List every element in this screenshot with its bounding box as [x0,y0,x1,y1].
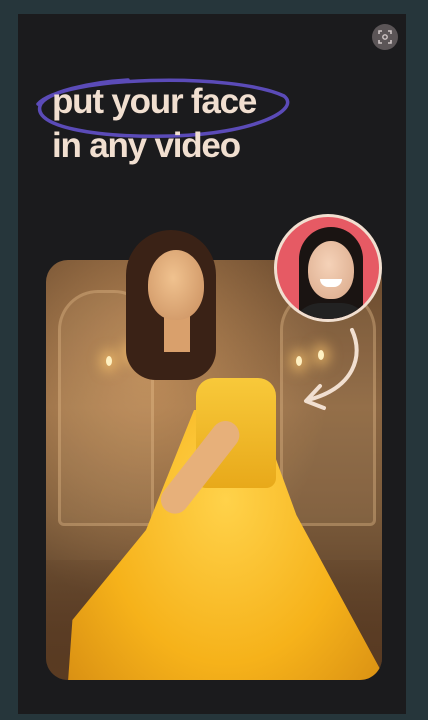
avatar-face [308,241,354,299]
ad-frame: put your face in any video [18,14,406,714]
headline-line-2: in any video [52,126,241,165]
dancer-face [148,250,204,320]
candle-light [318,350,324,360]
face-scan-button[interactable] [372,24,398,50]
user-face-avatar[interactable] [274,214,382,322]
wall-panel-right [280,290,376,526]
face-scan-icon [378,30,392,44]
candle-light [106,356,112,366]
headline: put your face in any video [52,80,257,168]
headline-line-1: put your face [52,82,257,121]
candle-light [296,356,302,366]
